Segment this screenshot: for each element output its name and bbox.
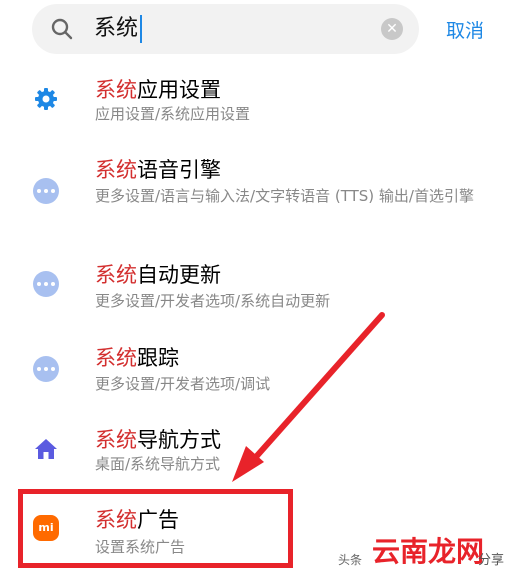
watermark-logo: 云南龙网 [372,535,485,568]
watermark-caption: 分享 [478,553,505,568]
watermark-source: 头条 [338,553,363,567]
annotation-arrow [232,312,385,482]
